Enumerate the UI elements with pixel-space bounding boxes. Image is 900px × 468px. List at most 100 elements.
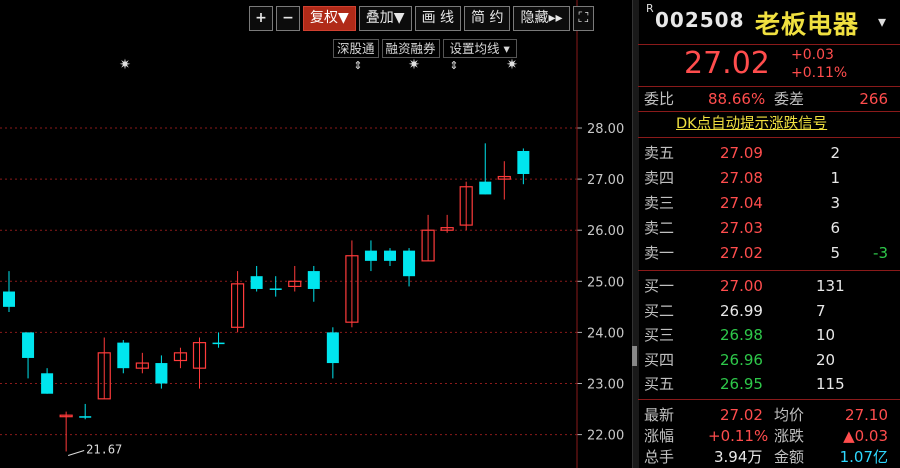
kline-chart[interactable]: 28.00 27.00 26.00 25.00 24.00 23.00 22.00 21.67… (0, 0, 632, 468)
candle-body (517, 150, 530, 174)
stats-row-3: 总手 3.94万 金额 1.07亿 (638, 446, 900, 468)
bid-row[interactable]: 买一 27.00 131 (638, 275, 900, 297)
event-arrow-icon: ⇕ (353, 59, 362, 72)
latest-value: 27.02 (720, 406, 763, 424)
chg-pct-label: 涨幅 (644, 427, 675, 445)
ask-level-label: 卖一 (644, 244, 675, 262)
stock-header: R 002508 老板电器 ▾ (638, 0, 900, 44)
price-change-pct: +0.11% (791, 65, 848, 81)
bid-row[interactable]: 买三 26.98 10 (638, 324, 900, 346)
candle-body (307, 271, 320, 289)
draw-line-button[interactable]: 画 线 (414, 6, 462, 31)
candle-body (22, 332, 35, 358)
committee-diff: 266 (859, 90, 888, 108)
signal-row: DK点自动提示涨跌信号 (638, 113, 900, 135)
ask-row[interactable]: 卖三 27.04 3 (638, 192, 900, 214)
ask-row[interactable]: 卖五 27.09 2 (638, 142, 900, 164)
ask-volume: 5 (830, 244, 840, 262)
bid-row[interactable]: 买二 26.99 7 (638, 300, 900, 322)
ask-row[interactable]: 卖二 27.03 6 (638, 217, 900, 239)
price-change: +0.03 (791, 47, 834, 63)
bid-level-label: 买一 (644, 277, 675, 295)
bid-level-label: 买二 (644, 301, 675, 320)
bid-level-label: 买四 (644, 350, 675, 369)
y-tick-label: 28.00 (587, 122, 624, 137)
chart-subbar: 深股通 融资融券 设置均线 ▾ (333, 39, 517, 58)
volume-value: 3.94万 (714, 448, 763, 466)
event-star-icon: ✷ (119, 57, 131, 73)
chg-pct-value: +0.11% (708, 427, 769, 445)
ask-row[interactable]: 卖四 27.08 1 (638, 167, 900, 189)
y-tick-label: 25.00 (587, 275, 624, 290)
bid-price: 26.99 (720, 301, 763, 320)
y-tick-label: 23.00 (587, 378, 624, 393)
low-marker-line (68, 449, 85, 456)
chg-value: ▲0.03 (843, 427, 888, 445)
simple-mode-button[interactable]: 简 约 (464, 6, 511, 31)
bid-volume: 10 (816, 326, 836, 344)
stock-code: 002508 (655, 8, 745, 32)
amount-label: 金额 (774, 448, 805, 466)
amount-value: 1.07亿 (839, 448, 888, 466)
ask-volume: 6 (830, 219, 840, 237)
candle-body (212, 342, 225, 345)
candle-body (384, 250, 396, 261)
ask-price: 27.08 (720, 169, 763, 187)
quote-panel: R 002508 老板电器 ▾ 27.02 +0.03 +0.11% 委比 88… (638, 0, 900, 468)
ask-price: 27.03 (720, 219, 763, 237)
committee-row: 委比 88.66% 委差 266 (638, 88, 900, 110)
hide-button[interactable]: 隐藏▸▸ (513, 6, 570, 31)
stats-row-1: 最新 27.02 均价 27.10 (638, 404, 900, 426)
candle-body (155, 363, 168, 384)
margin-trading-button[interactable]: 融资融券 (381, 39, 440, 58)
candle-body (403, 250, 416, 277)
ask-delta: -3 (873, 244, 888, 262)
ask-level-label: 卖五 (644, 144, 675, 162)
candlestick-svg[interactable]: 28.00 27.00 26.00 25.00 24.00 23.00 22.00 21.67… (0, 0, 632, 468)
margin-flag: R (646, 2, 654, 15)
avg-label: 均价 (774, 406, 805, 424)
fullscreen-icon[interactable]: ⛶ (572, 6, 595, 31)
committee-diff-label: 委差 (774, 90, 805, 108)
restore-rights-dropdown[interactable]: 复权▼ (303, 6, 356, 31)
candle-body (117, 342, 130, 369)
event-star-icon: ✷ (408, 57, 420, 73)
ask-row[interactable]: 卖一 27.02 5 -3 (638, 242, 900, 264)
low-price-annotation: 21.67 (86, 442, 122, 456)
y-tick-label: 27.00 (587, 173, 624, 188)
candle-body (3, 291, 15, 307)
stock-name: 老板电器 (755, 10, 860, 39)
overlay-dropdown[interactable]: 叠加▼ (358, 6, 412, 31)
committee-ratio: 88.66% (708, 90, 766, 108)
ask-price: 27.04 (720, 194, 763, 212)
avg-value: 27.10 (845, 406, 888, 424)
bid-row[interactable]: 买五 26.95 115 (638, 373, 900, 395)
ma-settings-dropdown[interactable]: 设置均线 ▾ (442, 39, 517, 58)
ask-volume: 2 (830, 144, 840, 162)
zoom-in-button[interactable]: + (249, 6, 273, 31)
committee-ratio-label: 委比 (644, 90, 675, 108)
zoom-out-button[interactable]: − (276, 6, 300, 31)
event-arrow-icon: ⇕ (449, 59, 458, 72)
collapse-handle[interactable] (632, 346, 637, 366)
bid-volume: 20 (816, 350, 836, 369)
bid-row[interactable]: 买四 26.96 20 (638, 349, 900, 371)
candle-body (79, 416, 92, 418)
candle-body (326, 332, 339, 364)
ask-price: 27.02 (720, 244, 763, 262)
bid-level-label: 买五 (644, 375, 675, 393)
dk-signal-link[interactable]: DK点自动提示涨跌信号 (676, 113, 827, 135)
shenzhen-connect-button[interactable]: 深股通 (333, 39, 379, 58)
candle-body (250, 276, 263, 289)
chart-toolbar: + − 复权▼ 叠加▼ 画 线 简 约 隐藏▸▸ ⛶ (249, 6, 595, 31)
ask-level-label: 卖三 (644, 194, 675, 212)
latest-label: 最新 (644, 406, 675, 424)
ask-level-label: 卖四 (644, 169, 675, 187)
bid-price: 26.96 (720, 350, 763, 369)
y-tick-label: 22.00 (587, 429, 624, 444)
dropdown-arrow-icon[interactable]: ▾ (878, 12, 886, 31)
candle-body (41, 373, 54, 394)
ask-price: 27.09 (720, 144, 763, 162)
volume-label: 总手 (644, 448, 675, 466)
candle-body (269, 288, 282, 290)
